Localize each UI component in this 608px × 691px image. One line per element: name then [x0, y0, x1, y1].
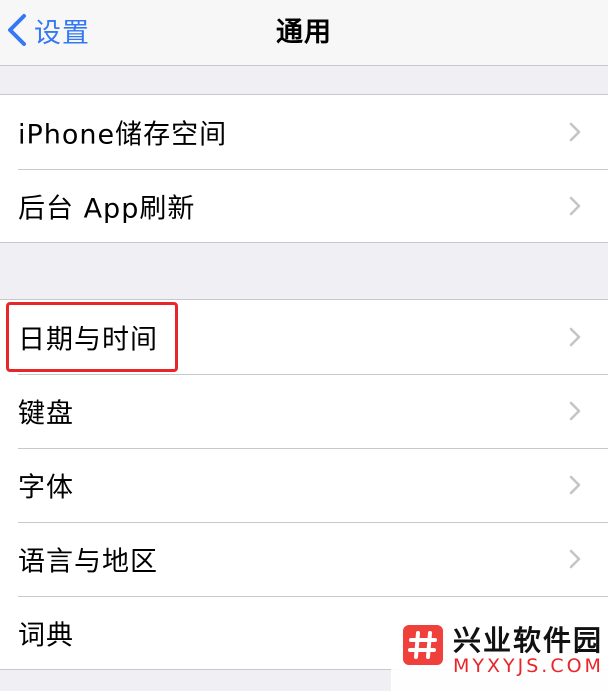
row-keyboard[interactable]: 键盘	[0, 374, 608, 448]
row-background-app-refresh[interactable]: 后台 App刷新	[0, 169, 608, 243]
row-label: 语言与地区	[18, 546, 158, 578]
row-fonts[interactable]: 字体	[0, 448, 608, 522]
page-title: 通用	[276, 17, 332, 48]
row-label: iPhone储存空间	[18, 119, 228, 151]
chevron-right-icon	[569, 549, 581, 569]
watermark: 兴业软件园 MYXYJS.COM	[391, 611, 608, 691]
chevron-right-icon	[569, 401, 581, 421]
chevron-right-icon	[569, 122, 581, 142]
row-label: 词典	[18, 620, 74, 652]
row-language-region[interactable]: 语言与地区	[0, 522, 608, 596]
row-label: 字体	[18, 472, 74, 504]
chevron-right-icon	[569, 475, 581, 495]
row-label: 日期与时间	[18, 324, 158, 356]
row-label: 后台 App刷新	[18, 193, 196, 225]
chevron-right-icon	[569, 327, 581, 347]
watermark-title: 兴业软件园	[453, 624, 604, 657]
chevron-right-icon	[569, 196, 581, 216]
hash-logo-icon	[403, 625, 443, 665]
row-date-time[interactable]: 日期与时间	[0, 300, 608, 374]
settings-group-storage: iPhone储存空间 后台 App刷新	[0, 94, 608, 243]
row-iphone-storage[interactable]: iPhone储存空间	[0, 95, 608, 169]
row-label: 键盘	[18, 398, 74, 430]
navigation-bar: 设置 通用	[0, 0, 608, 66]
watermark-subtitle: MYXYJS.COM	[453, 655, 604, 677]
